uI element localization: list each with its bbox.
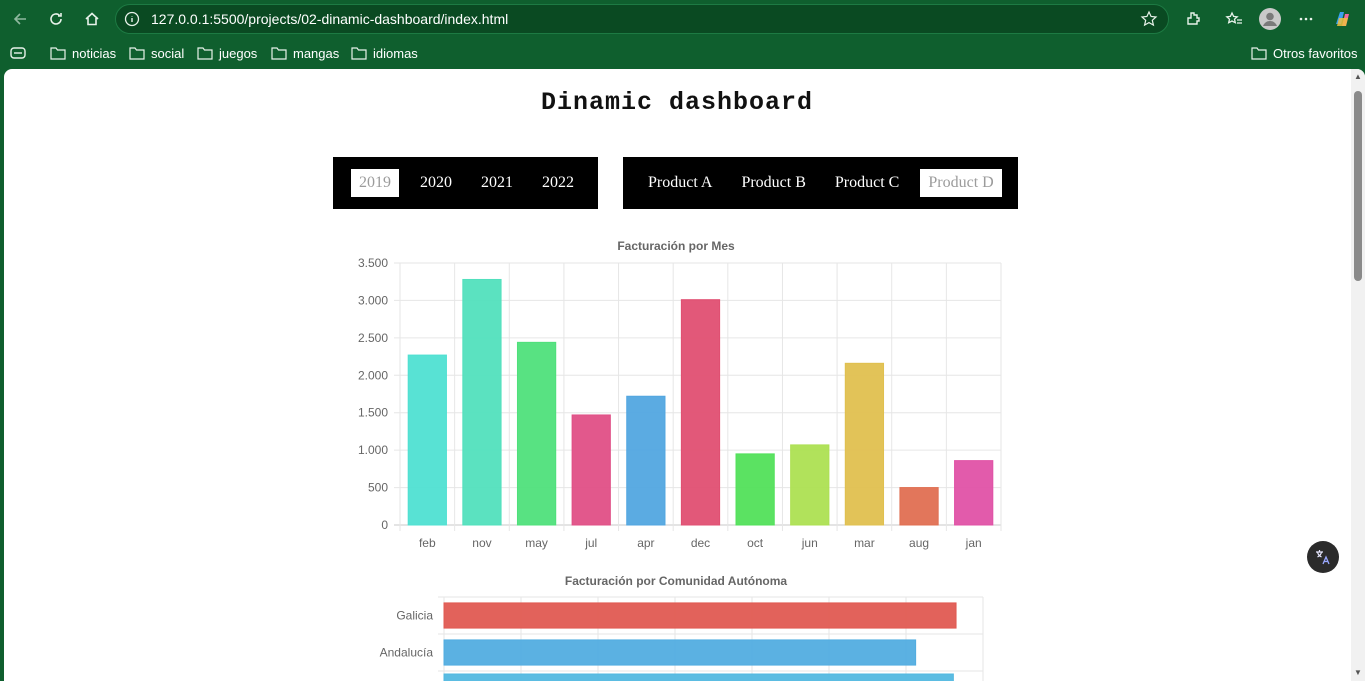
y-tick-label: Andalucía	[380, 646, 434, 660]
y-tick-label: 2.500	[358, 331, 388, 345]
scroll-down-icon[interactable]: ▼	[1354, 669, 1362, 677]
bar-aug[interactable]	[899, 487, 939, 526]
browser-toolbar: 127.0.0.1:5500/projects/02-dinamic-dashb…	[0, 0, 1365, 38]
profile-avatar-icon[interactable]	[1258, 7, 1282, 31]
y-tick-label: Galicia	[396, 609, 433, 623]
bar-apr[interactable]	[626, 395, 666, 526]
product-selector: Product A Product B Product C Product D	[623, 157, 1018, 209]
bar-feb[interactable]	[407, 354, 447, 526]
scroll-up-icon[interactable]: ▲	[1354, 73, 1362, 81]
bar-next-region[interactable]	[443, 673, 954, 681]
page-scrollbar[interactable]: ▲ ▼	[1351, 69, 1365, 681]
year-option-2020[interactable]: 2020	[412, 169, 460, 197]
x-tick-label: mar	[854, 536, 875, 550]
reload-icon[interactable]	[44, 7, 68, 31]
x-tick-label: apr	[637, 536, 654, 550]
page-viewport: Dinamic dashboard 2019 2020 2021 2022 Produ…	[4, 69, 1365, 681]
year-option-2019[interactable]: 2019	[351, 169, 399, 197]
extensions-icon[interactable]	[1181, 7, 1205, 31]
bar-andalucía[interactable]	[443, 639, 917, 666]
bookmark-folder-mangas[interactable]: mangas	[271, 45, 339, 61]
bookmark-label: noticias	[72, 45, 117, 61]
region-chart-title: Facturación por Comunidad Autónoma	[564, 574, 788, 588]
translate-button[interactable]	[1307, 541, 1339, 573]
info-icon[interactable]	[124, 11, 140, 27]
more-options-icon[interactable]	[1294, 7, 1318, 31]
favorite-star-icon[interactable]	[1140, 10, 1158, 28]
x-tick-label: aug	[909, 536, 929, 550]
region-revenue-chart: Galicia Andalucía	[380, 596, 984, 681]
bookmark-folder-other-favorites[interactable]: Otros favoritos	[1251, 45, 1358, 61]
y-tick-label: 2.000	[358, 368, 388, 382]
favorites-icon[interactable]	[1222, 7, 1246, 31]
bar-jul[interactable]	[571, 414, 611, 526]
reading-list-icon[interactable]	[10, 45, 26, 61]
bar-mar[interactable]	[844, 362, 885, 526]
folder-icon	[197, 47, 213, 60]
product-option-product-b[interactable]: Product B	[733, 169, 813, 197]
back-icon[interactable]	[8, 7, 32, 31]
x-tick-label: jun	[801, 536, 818, 550]
bar-jun[interactable]	[790, 444, 830, 526]
bar-may[interactable]	[516, 341, 557, 526]
url-text: 127.0.0.1:5500/projects/02-dinamic-dashb…	[151, 11, 509, 27]
home-icon[interactable]	[80, 7, 104, 31]
y-tick-label: 3.500	[358, 256, 388, 270]
x-tick-label: nov	[472, 536, 491, 550]
bookmark-label: juegos	[219, 45, 258, 61]
folder-icon	[50, 47, 66, 60]
folder-icon	[129, 47, 145, 60]
bookmark-label: mangas	[293, 45, 340, 61]
y-tick-label: 0	[381, 518, 388, 532]
folder-icon	[1251, 47, 1267, 60]
bookmark-folder-idiomas[interactable]: idiomas	[351, 45, 418, 61]
bookmark-folder-noticias[interactable]: noticias	[50, 45, 116, 61]
address-bar[interactable]: 127.0.0.1:5500/projects/02-dinamic-dashb…	[115, 4, 1169, 34]
y-tick-label: 500	[368, 481, 388, 495]
bar-galicia[interactable]	[443, 602, 957, 629]
bookmark-folder-juegos[interactable]: juegos	[197, 45, 257, 61]
translate-icon	[1316, 550, 1330, 565]
monthly-revenue-chart: 3.500 3.000 2.500 2.000 1.500 1.000 500 0 feb nov…	[358, 256, 1002, 550]
year-option-2022[interactable]: 2022	[534, 169, 582, 197]
x-tick-label: dec	[691, 536, 710, 550]
bookmarks-bar: noticias social juegos mangas idiomas Ot…	[0, 38, 1365, 68]
x-tick-label: jan	[965, 536, 982, 550]
folder-icon	[271, 47, 287, 60]
copilot-icon[interactable]	[1331, 7, 1355, 31]
y-tick-label: 1.500	[358, 406, 388, 420]
bar-dec[interactable]	[680, 299, 721, 526]
scrollbar-thumb[interactable]	[1354, 91, 1362, 281]
folder-icon	[351, 47, 367, 60]
bar-jan[interactable]	[954, 460, 994, 526]
bookmark-label: Otros favoritos	[1273, 45, 1358, 61]
year-selector: 2019 2020 2021 2022	[333, 157, 598, 209]
x-tick-label: jul	[584, 536, 597, 550]
y-tick-label: 1.000	[358, 443, 388, 457]
bookmark-label: idiomas	[373, 45, 418, 61]
y-tick-label: 3.000	[358, 293, 388, 307]
bar-oct[interactable]	[735, 453, 775, 526]
year-option-2021[interactable]: 2021	[473, 169, 521, 197]
product-option-product-a[interactable]: Product A	[640, 169, 720, 197]
page-title: Dinamic dashboard	[540, 88, 814, 117]
x-tick-label: oct	[747, 536, 764, 550]
product-option-product-d[interactable]: Product D	[920, 169, 1002, 197]
bookmark-label: social	[151, 45, 185, 61]
bar-nov[interactable]	[462, 278, 502, 526]
x-tick-label: may	[525, 536, 548, 550]
product-option-product-c[interactable]: Product C	[827, 169, 907, 197]
x-tick-label: feb	[419, 536, 436, 550]
bookmark-folder-social[interactable]: social	[129, 45, 184, 61]
